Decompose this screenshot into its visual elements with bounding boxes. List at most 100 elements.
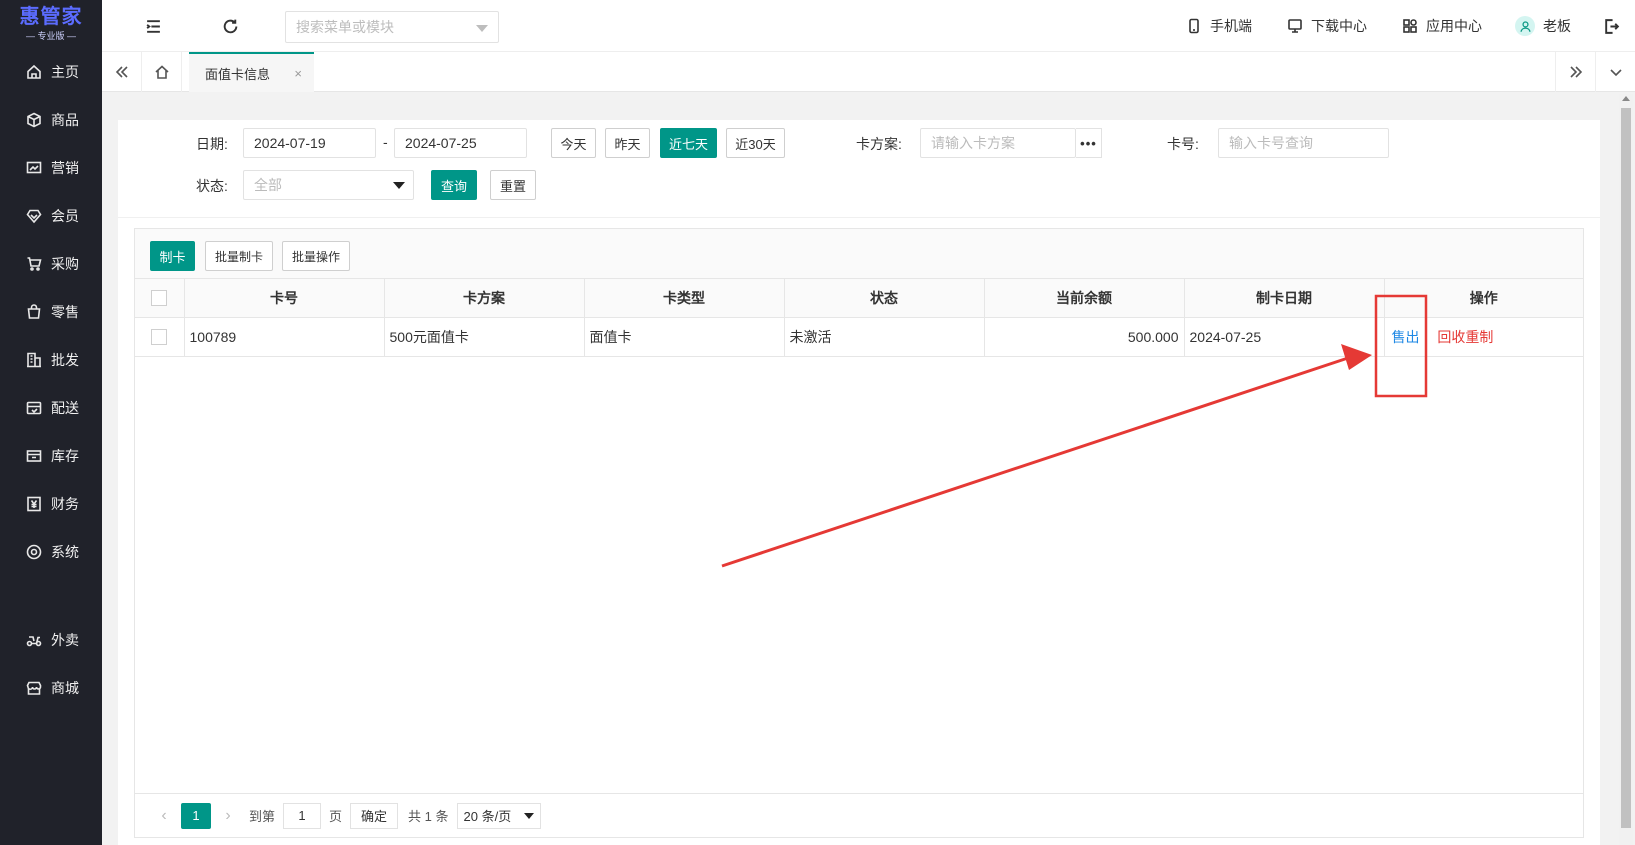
yesterday-button[interactable]: 昨天 — [605, 128, 650, 158]
col-card-no[interactable]: 卡号 — [184, 279, 385, 318]
sidebar-item-inventory[interactable]: 库存 — [0, 432, 102, 480]
mobile-link[interactable]: 手机端 — [1184, 16, 1252, 36]
scroll-up-arrow[interactable] — [1622, 96, 1630, 101]
select-all-checkbox[interactable] — [151, 290, 168, 307]
menu-search-input[interactable]: 搜索菜单或模块 — [285, 11, 499, 43]
scooter-icon — [26, 632, 42, 648]
download-center-link[interactable]: 下载中心 — [1285, 16, 1367, 36]
tab-bar: 面值卡信息 × — [102, 52, 1635, 92]
menu-toggle-icon[interactable] — [143, 16, 163, 36]
user-name: 老板 — [1543, 18, 1571, 34]
col-card-plan[interactable]: 卡方案 — [384, 279, 585, 318]
card-no-input[interactable]: 输入卡号查询 — [1218, 128, 1389, 158]
card-plan-more-button[interactable]: ••• — [1076, 128, 1102, 158]
last-7-days-button[interactable]: 近七天 — [660, 128, 717, 158]
date-to-input[interactable]: 2024-07-25 — [394, 128, 527, 158]
page-1-button[interactable]: 1 — [181, 802, 211, 829]
tab-scroll-right-button[interactable] — [1555, 52, 1595, 92]
sidebar-item-products[interactable]: 商品 — [0, 96, 102, 144]
chevron-down-icon — [523, 812, 534, 819]
sidebar-item-label: 库存 — [51, 448, 79, 464]
sell-link[interactable]: 售出 — [1392, 329, 1420, 345]
status-select[interactable]: 全部 — [243, 170, 414, 200]
sidebar: 惠管家 — 专业版 — 主页 商品 营销 会员 采购 零售 批发 配送 库存 财… — [0, 0, 102, 845]
col-create-date[interactable]: 制卡日期 — [1184, 279, 1385, 318]
sidebar-item-finance[interactable]: 财务 — [0, 480, 102, 528]
page-scrollbar[interactable] — [1619, 94, 1633, 845]
sidebar-item-label: 财务 — [51, 496, 79, 512]
brand-edition: — 专业版 — — [25, 31, 76, 41]
main-content: 日期: 2024-07-19 - 2024-07-25 今天 昨天 近七天 近3… — [118, 120, 1600, 845]
next-page-button[interactable]: › — [215, 807, 241, 825]
sidebar-item-takeout[interactable]: 外卖 — [0, 616, 102, 664]
diamond-icon — [26, 208, 42, 224]
cell-actions: 售出 回收重制 — [1384, 317, 1583, 357]
app-center-label: 应用中心 — [1426, 18, 1482, 34]
app-center-link[interactable]: 应用中心 — [1400, 16, 1482, 36]
tab-menu-button[interactable] — [1595, 52, 1635, 92]
filter-form: 日期: 2024-07-19 - 2024-07-25 今天 昨天 近七天 近3… — [118, 120, 1600, 218]
cell-balance: 500.000 — [984, 317, 1185, 357]
building-icon — [26, 352, 42, 368]
table-row[interactable]: 100789 500元面值卡 面值卡 未激活 500.000 2024-07-2… — [135, 317, 1583, 357]
logout-icon[interactable] — [1601, 16, 1621, 36]
sidebar-item-members[interactable]: 会员 — [0, 192, 102, 240]
sidebar-item-label: 零售 — [51, 304, 79, 320]
sidebar-item-wholesale[interactable]: 批发 — [0, 336, 102, 384]
tab-home[interactable] — [142, 52, 182, 92]
brand-logo[interactable]: 惠管家 — 专业版 — — [0, 0, 102, 48]
card-table-panel: 制卡 批量制卡 批量操作 卡号 卡方案 卡类型 状态 当前余额 制卡日期 操作 — [134, 228, 1584, 838]
date-from-input[interactable]: 2024-07-19 — [243, 128, 376, 158]
tab-scroll-left-button[interactable] — [102, 52, 142, 92]
col-actions: 操作 — [1384, 279, 1583, 318]
user-menu[interactable]: 老板 — [1515, 16, 1571, 36]
date-label: 日期: — [196, 136, 228, 152]
goto-confirm-button[interactable]: 确定 — [350, 802, 399, 829]
status-label: 状态: — [196, 178, 228, 194]
reset-button[interactable]: 重置 — [490, 170, 536, 200]
goto-page-input[interactable]: 1 — [283, 802, 322, 829]
row-checkbox[interactable] — [151, 329, 168, 346]
sidebar-item-mall[interactable]: 商城 — [0, 664, 102, 712]
sidebar-item-home[interactable]: 主页 — [0, 48, 102, 96]
cell-create-date: 2024-07-25 — [1184, 317, 1385, 357]
batch-make-card-button[interactable]: 批量制卡 — [205, 241, 273, 271]
sidebar-item-marketing[interactable]: 营销 — [0, 144, 102, 192]
scroll-thumb[interactable] — [1621, 108, 1631, 828]
make-card-button[interactable]: 制卡 — [150, 241, 195, 271]
sidebar-gap — [0, 576, 102, 616]
sidebar-item-purchase[interactable]: 采购 — [0, 240, 102, 288]
mobile-link-label: 手机端 — [1210, 18, 1252, 34]
close-icon[interactable]: × — [294, 66, 302, 81]
col-status[interactable]: 状态 — [784, 279, 985, 318]
yen-icon — [26, 496, 42, 512]
col-card-type[interactable]: 卡类型 — [584, 279, 785, 318]
recycle-reset-link[interactable]: 回收重制 — [1437, 329, 1493, 345]
prev-page-button[interactable]: ‹ — [151, 807, 177, 825]
header-checkbox-cell — [135, 279, 185, 318]
tab-card-info[interactable]: 面值卡信息 × — [189, 52, 314, 92]
pagination: ‹ 1 › 到第 1 页 确定 共 1 条 20 条/页 — [135, 793, 1583, 837]
today-button[interactable]: 今天 — [551, 128, 596, 158]
search-button[interactable]: 查询 — [431, 170, 477, 200]
sidebar-item-label: 主页 — [51, 64, 79, 80]
last-30-days-button[interactable]: 近30天 — [726, 128, 785, 158]
refresh-icon[interactable] — [220, 16, 240, 36]
card-table: 卡号 卡方案 卡类型 状态 当前余额 制卡日期 操作 100789 500元面值… — [135, 279, 1583, 357]
sidebar-item-retail[interactable]: 零售 — [0, 288, 102, 336]
warehouse-icon — [26, 448, 42, 464]
col-balance[interactable]: 当前余额 — [984, 279, 1185, 318]
sidebar-item-system[interactable]: 系统 — [0, 528, 102, 576]
card-plan-label: 卡方案: — [856, 136, 902, 152]
chevron-down-icon — [476, 25, 488, 32]
card-plan-input[interactable]: 请输入卡方案 — [920, 128, 1076, 158]
status-select-value: 全部 — [254, 177, 282, 193]
page-size-select[interactable]: 20 条/页 — [456, 802, 541, 829]
chevron-down-icon — [1609, 69, 1622, 77]
box-icon — [26, 112, 42, 128]
sidebar-item-label: 批发 — [51, 352, 79, 368]
batch-operation-button[interactable]: 批量操作 — [282, 241, 350, 271]
sidebar-item-label: 系统 — [51, 544, 79, 560]
download-center-label: 下载中心 — [1311, 18, 1367, 34]
sidebar-item-delivery[interactable]: 配送 — [0, 384, 102, 432]
